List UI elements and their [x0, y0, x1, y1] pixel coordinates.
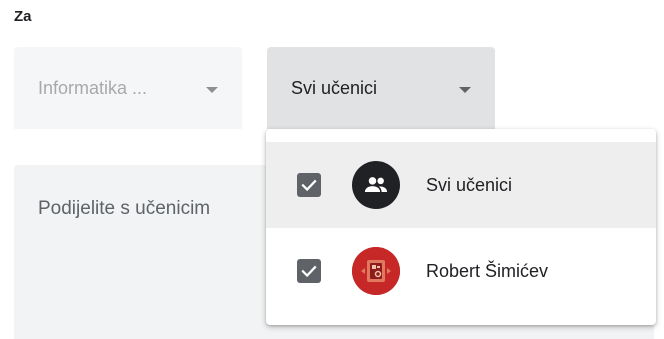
chevron-down-icon: [459, 87, 471, 93]
user-avatar: [352, 247, 400, 295]
instructions-placeholder: Podijelite s učenicim: [38, 198, 211, 219]
for-label: Za: [14, 8, 32, 25]
group-icon: [352, 161, 400, 209]
option-label: Svi učenici: [426, 175, 513, 195]
assign-to-panel: Za Informatika ... Svi učenici Podijelit…: [0, 0, 664, 339]
checkbox-checked-icon[interactable]: [297, 173, 321, 197]
check-icon: [301, 265, 317, 278]
chevron-down-icon: [206, 87, 218, 93]
students-select-value: Svi učenici: [291, 77, 378, 98]
students-dropdown-menu: Svi učenici Robert Šimićev: [266, 129, 656, 325]
checkbox-checked-icon[interactable]: [297, 259, 321, 283]
option-all-students[interactable]: Svi učenici: [266, 142, 656, 228]
class-select-value: Informatika ...: [38, 77, 148, 98]
check-icon: [301, 179, 317, 192]
option-label: Robert Šimićev: [426, 261, 549, 281]
students-select[interactable]: Svi učenici: [267, 47, 495, 129]
option-student[interactable]: Robert Šimićev: [266, 228, 656, 314]
class-select[interactable]: Informatika ...: [14, 47, 242, 129]
